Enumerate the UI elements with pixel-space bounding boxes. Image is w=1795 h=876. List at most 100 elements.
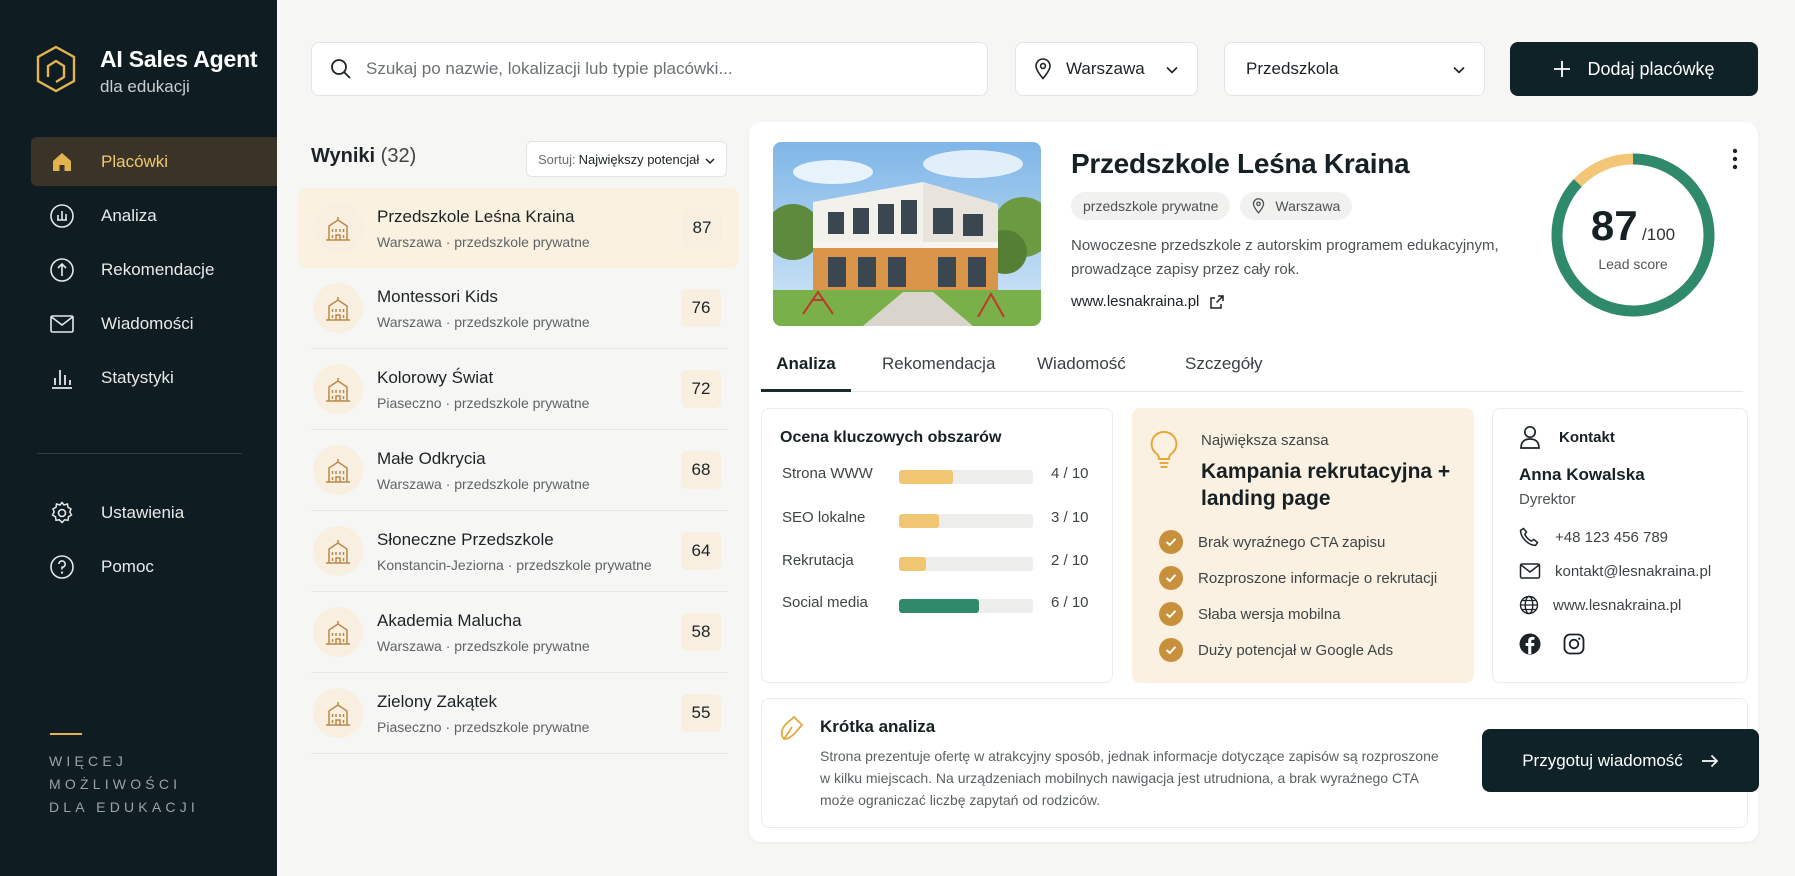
sort-select[interactable]: Sortuj: Największy potencjał [526, 141, 727, 177]
list-item[interactable]: Słoneczne Przedszkole Konstancin-Jeziorn… [311, 511, 727, 592]
brand[interactable]: AI Sales Agent dla edukacji [34, 44, 258, 97]
plus-icon [1554, 61, 1571, 77]
list-item[interactable]: Zielony Zakątek Piaseczno · przedszkole … [311, 673, 727, 754]
search-input[interactable] [366, 59, 946, 79]
city-chip-label: Warszawa [1275, 198, 1341, 214]
list-item-meta: Warszawa · przedszkole prywatne [377, 638, 590, 654]
contact-email-row[interactable]: kontakt@lesnakraina.pl [1519, 562, 1711, 580]
area-bar-fill [899, 557, 926, 571]
opportunity-item: Słaba wersja mobilna [1159, 602, 1341, 626]
short-analysis-title: Krótka analiza [820, 717, 936, 736]
building-icon [313, 607, 363, 657]
sidebar-item-placowki[interactable]: Placówki [31, 137, 277, 186]
type-chip: przedszkole prywatne [1071, 192, 1231, 220]
list-item[interactable]: Montessori Kids Warszawa · przedszkole p… [311, 268, 727, 349]
list-item-meta: Piaseczno · przedszkole prywatne [377, 395, 590, 411]
area-score-row: Strona WWW 4 / 10 [782, 465, 1092, 485]
sidebar-item-label: Statystyki [101, 367, 174, 387]
lead-score-max: /100 [1642, 225, 1676, 244]
arrow-right-icon [1701, 754, 1719, 767]
list-item[interactable]: Małe Odkrycia Warszawa · przedszkole pry… [311, 430, 727, 511]
search-icon [331, 59, 351, 79]
contact-phone-row[interactable]: +48 123 456 789 [1519, 527, 1668, 547]
sidebar-item-label: Placówki [101, 151, 169, 171]
opportunity-item: Duży potencjał w Google Ads [1159, 638, 1393, 662]
more-options-icon[interactable] [1732, 148, 1738, 170]
mail-icon [49, 311, 75, 337]
tab-szczegoly[interactable]: Szczegóły [1185, 340, 1262, 392]
city-select[interactable]: Warszawa [1015, 42, 1198, 96]
results-heading: Wyniki (32) [311, 145, 416, 168]
city-chip: Warszawa [1240, 192, 1353, 220]
opportunity-item-text: Brak wyraźnego CTA zapisu [1198, 533, 1386, 551]
area-bar-track [899, 599, 1033, 613]
list-item-name: Akademia Malucha [377, 611, 522, 630]
tab-rekomendacja[interactable]: Rekomendacja [882, 340, 995, 392]
area-label: Social media [782, 594, 868, 611]
results-count: (32) [380, 145, 417, 167]
key-areas-card: Ocena kluczowych obszarów Strona WWW 4 /… [761, 408, 1113, 683]
tab-analiza[interactable]: Analiza [761, 340, 851, 392]
contact-name: Anna Kowalska [1519, 465, 1645, 484]
more-features-text: WIĘCEJ MOŻLIWOŚCI DLA EDUKACJI [49, 750, 249, 819]
facebook-icon[interactable] [1519, 633, 1541, 655]
list-item[interactable]: Kolorowy Świat Piaseczno · przedszkole p… [311, 349, 727, 430]
city-select-value: Warszawa [1066, 59, 1145, 78]
prepare-message-button[interactable]: Przygotuj wiadomość [1482, 729, 1759, 792]
sidebar: AI Sales Agent dla edukacji Placówki Ana… [0, 0, 277, 876]
sidebar-item-wiadomosci[interactable]: Wiadomości [31, 299, 277, 348]
type-select[interactable]: Przedszkola [1224, 42, 1485, 96]
area-label: Rekrutacja [782, 552, 854, 569]
facility-website-link[interactable]: www.lesnakraina.pl [1071, 293, 1225, 310]
search-box [311, 42, 988, 96]
add-facility-button[interactable]: Dodaj placówkę [1510, 42, 1758, 96]
contact-card: Kontakt Anna Kowalska Dyrektor +48 123 4… [1492, 408, 1748, 683]
sidebar-item-analiza[interactable]: Analiza [31, 191, 277, 240]
instagram-icon[interactable] [1563, 633, 1585, 655]
facility-chips: przedszkole prywatne Warszawa [1071, 192, 1353, 220]
opportunity-title: Kampania rekrutacyjna + landing page [1201, 460, 1451, 510]
key-areas-title: Ocena kluczowych obszarów [780, 429, 1002, 446]
list-item-meta: Warszawa · przedszkole prywatne [377, 476, 590, 492]
facility-website-text: www.lesnakraina.pl [1071, 293, 1200, 310]
secondary-nav: Ustawienia Pomoc [31, 488, 277, 596]
list-item-score: 68 [681, 451, 721, 489]
nav-divider [37, 453, 242, 454]
sidebar-item-label: Ustawienia [101, 502, 185, 522]
gear-icon [49, 500, 75, 526]
chevron-down-icon [1453, 66, 1465, 74]
brand-title: AI Sales Agent [100, 46, 258, 72]
area-value: 6 / 10 [1051, 594, 1089, 611]
contact-web-row[interactable]: www.lesnakraina.pl [1519, 595, 1681, 615]
area-score-row: SEO lokalne 3 / 10 [782, 509, 1092, 529]
sort-label: Sortuj: [538, 151, 576, 167]
area-bar-fill [899, 470, 953, 484]
sidebar-item-rekomendacje[interactable]: Rekomendacje [31, 245, 277, 294]
results-list: Przedszkole Leśna Kraina Warszawa · prze… [298, 188, 739, 754]
sidebar-item-ustawienia[interactable]: Ustawienia [31, 488, 277, 537]
opportunity-item: Brak wyraźnego CTA zapisu [1159, 530, 1385, 554]
phone-icon [1519, 527, 1539, 547]
sidebar-item-pomoc[interactable]: Pomoc [31, 542, 277, 591]
tab-wiadomosc[interactable]: Wiadomość [1037, 340, 1126, 392]
bar-chart-icon [49, 365, 75, 391]
area-bar-track [899, 514, 1033, 528]
check-circle-icon [1159, 530, 1183, 554]
area-score-row: Social media 6 / 10 [782, 594, 1092, 614]
sidebar-item-statystyki[interactable]: Statystyki [31, 353, 277, 402]
list-item-name: Słoneczne Przedszkole [377, 530, 554, 549]
chart-circle-icon [49, 203, 75, 229]
sidebar-item-label: Rekomendacje [101, 259, 215, 279]
list-item-name: Zielony Zakątek [377, 692, 497, 711]
list-item-name: Montessori Kids [377, 287, 498, 306]
type-select-value: Przedszkola [1246, 59, 1339, 78]
opportunity-item-text: Słaba wersja mobilna [1198, 605, 1341, 623]
leaf-tag-icon [780, 715, 804, 740]
mail-icon [1519, 563, 1541, 579]
list-item[interactable]: Akademia Malucha Warszawa · przedszkole … [311, 592, 727, 673]
prepare-message-label: Przygotuj wiadomość [1522, 750, 1683, 770]
contact-email: kontakt@lesnakraina.pl [1555, 562, 1712, 580]
help-icon [49, 554, 75, 580]
list-item[interactable]: Przedszkole Leśna Kraina Warszawa · prze… [298, 188, 739, 268]
area-score-row: Rekrutacja 2 / 10 [782, 552, 1092, 572]
